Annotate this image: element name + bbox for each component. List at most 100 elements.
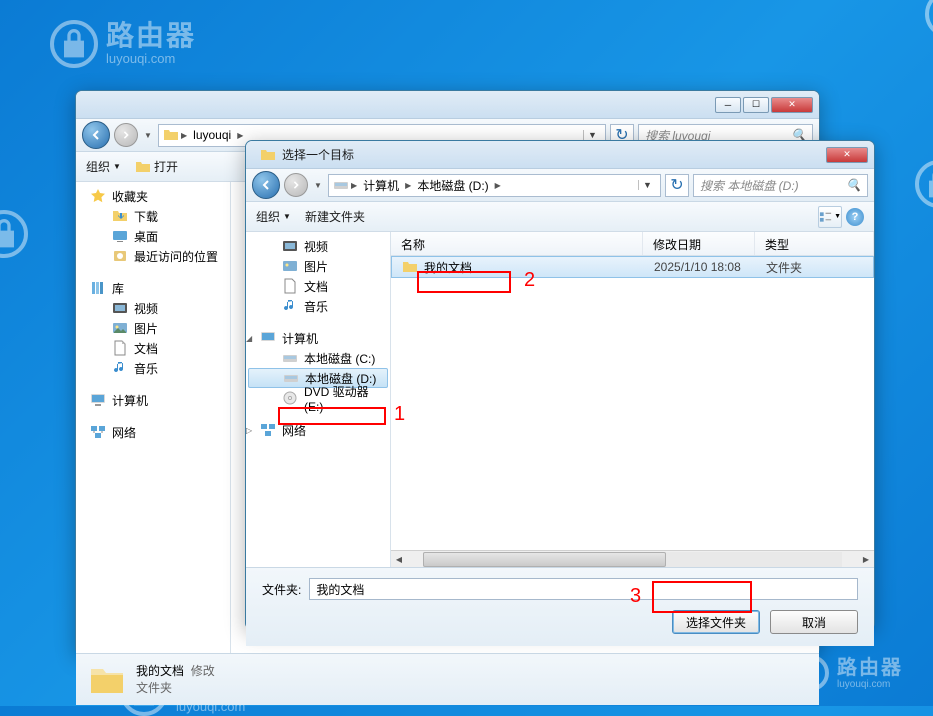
star-icon — [90, 188, 106, 204]
select-folder-button[interactable]: 选择文件夹 — [672, 610, 760, 634]
document-icon — [282, 278, 298, 294]
watermark — [915, 160, 933, 208]
column-date[interactable]: 修改日期 — [643, 232, 755, 255]
breadcrumb[interactable]: ▶ 计算机 ▶ 本地磁盘 (D:) ▶ ▼ — [328, 174, 661, 197]
view-button[interactable]: ▼ — [818, 206, 842, 228]
desktop-icon — [112, 228, 128, 244]
document-icon — [112, 340, 128, 356]
nav-back-button[interactable] — [252, 171, 280, 199]
lock-icon — [50, 20, 98, 68]
picture-icon — [282, 258, 298, 274]
status-bar: 我的文档 修改 文件夹 — [76, 653, 819, 705]
sidebar-computer[interactable]: ◢计算机 — [246, 328, 390, 348]
expand-icon[interactable]: ◢ — [246, 334, 252, 343]
breadcrumb-dropdown[interactable]: ▼ — [638, 180, 656, 190]
sidebar-item-dvd[interactable]: DVD 驱动器 (E:) — [246, 388, 390, 408]
network-icon — [260, 422, 276, 438]
navbar: ▼ ▶ 计算机 ▶ 本地磁盘 (D:) ▶ ▼ ↻ 搜索 本地磁盘 (D:) 🔍 — [246, 169, 874, 202]
toolbar: 组织 ▼ 新建文件夹 ▼ ? — [246, 202, 874, 232]
organize-button[interactable]: 组织 ▼ — [256, 208, 291, 225]
maximize-button[interactable]: ☐ — [743, 97, 769, 113]
breadcrumb-computer[interactable]: 计算机 — [359, 177, 403, 194]
column-name[interactable]: 名称 — [391, 232, 643, 255]
library-icon — [90, 280, 106, 296]
folder-icon — [260, 147, 276, 163]
status-name: 我的文档 — [136, 664, 184, 678]
sidebar-network[interactable]: ▷网络 — [246, 420, 390, 440]
column-type[interactable]: 类型 — [755, 232, 874, 255]
sidebar-item-music[interactable]: 音乐 — [76, 358, 230, 378]
drive-icon — [282, 350, 298, 366]
music-icon — [282, 298, 298, 314]
watermark: 路由器luyouqi.com — [50, 20, 196, 68]
sidebar: 视频 图片 文档 音乐 ◢计算机 本地磁盘 (C:) 本地磁盘 (D:) DVD… — [246, 232, 391, 567]
video-icon — [112, 300, 128, 316]
search-input[interactable]: 搜索 本地磁盘 (D:) 🔍 — [693, 174, 868, 197]
nav-back-button[interactable] — [82, 121, 110, 149]
help-button[interactable]: ? — [846, 208, 864, 226]
open-button[interactable]: 打开 — [135, 158, 178, 175]
folder-icon — [402, 259, 418, 275]
nav-forward-button[interactable] — [284, 173, 308, 197]
organize-button[interactable]: 组织 ▼ — [86, 158, 121, 175]
disc-icon — [282, 390, 298, 406]
sidebar: 收藏夹 下载 桌面 最近访问的位置 库 视频 图片 文档 音乐 计算机 网络 — [76, 182, 231, 653]
breadcrumb-drive[interactable]: 本地磁盘 (D:) — [413, 177, 492, 194]
folder-picker-dialog: 选择一个目标 ✕ ▼ ▶ 计算机 ▶ 本地磁盘 (D:) ▶ ▼ ↻ 搜索 本地… — [245, 140, 875, 630]
expand-icon[interactable]: ▷ — [246, 426, 252, 435]
minimize-button[interactable]: ─ — [715, 97, 741, 113]
drive-icon — [333, 177, 349, 193]
titlebar: ─ ☐ ✕ — [76, 91, 819, 119]
sidebar-item-pictures[interactable]: 图片 — [246, 256, 390, 276]
status-type: 文件夹 — [136, 680, 215, 697]
sidebar-libraries[interactable]: 库 — [76, 278, 230, 298]
sidebar-item-drive-c[interactable]: 本地磁盘 (C:) — [246, 348, 390, 368]
breadcrumb-dropdown[interactable]: ▼ — [583, 130, 601, 140]
file-row[interactable]: 我的文档 2025/1/10 18:08 文件夹 — [391, 256, 874, 278]
sidebar-network[interactable]: 网络 — [76, 422, 230, 442]
sidebar-item-recent[interactable]: 最近访问的位置 — [76, 246, 230, 266]
folder-name-input[interactable] — [309, 578, 858, 600]
recent-icon — [112, 248, 128, 264]
network-icon — [90, 424, 106, 440]
sidebar-item-documents[interactable]: 文档 — [76, 338, 230, 358]
content-area: 名称 修改日期 类型 我的文档 2025/1/10 18:08 文件夹 ◀ ▶ — [391, 232, 874, 567]
cancel-button[interactable]: 取消 — [770, 610, 858, 634]
close-button[interactable]: ✕ — [826, 147, 868, 163]
lock-icon — [915, 160, 933, 208]
titlebar: 选择一个目标 ✕ — [246, 141, 874, 169]
dialog-footer: 文件夹: 选择文件夹 取消 — [246, 567, 874, 646]
nav-forward-button[interactable] — [114, 123, 138, 147]
drive-icon — [283, 370, 299, 386]
watermark — [925, 0, 933, 38]
sidebar-item-music[interactable]: 音乐 — [246, 296, 390, 316]
computer-icon — [260, 330, 276, 346]
video-icon — [282, 238, 298, 254]
lock-icon — [925, 0, 933, 38]
watermark — [0, 210, 28, 258]
sidebar-item-videos[interactable]: 视频 — [246, 236, 390, 256]
sidebar-item-videos[interactable]: 视频 — [76, 298, 230, 318]
sidebar-item-pictures[interactable]: 图片 — [76, 318, 230, 338]
breadcrumb-segment[interactable]: luyouqi — [189, 128, 235, 142]
folder-icon — [88, 661, 126, 699]
new-folder-button[interactable]: 新建文件夹 — [305, 208, 365, 225]
column-headers: 名称 修改日期 类型 — [391, 232, 874, 256]
music-icon — [112, 360, 128, 376]
lock-icon — [0, 210, 28, 258]
close-button[interactable]: ✕ — [771, 97, 813, 113]
sidebar-item-documents[interactable]: 文档 — [246, 276, 390, 296]
sidebar-computer[interactable]: 计算机 — [76, 390, 230, 410]
sidebar-favorites[interactable]: 收藏夹 — [76, 186, 230, 206]
sidebar-item-desktop[interactable]: 桌面 — [76, 226, 230, 246]
folder-icon — [163, 127, 179, 143]
file-list[interactable]: 我的文档 2025/1/10 18:08 文件夹 — [391, 256, 874, 550]
download-icon — [112, 208, 128, 224]
folder-icon — [135, 159, 151, 175]
refresh-button[interactable]: ↻ — [665, 174, 689, 197]
dialog-title: 选择一个目标 — [282, 146, 354, 163]
horizontal-scrollbar[interactable]: ◀ ▶ — [391, 550, 874, 567]
search-icon: 🔍 — [846, 178, 861, 192]
sidebar-item-downloads[interactable]: 下载 — [76, 206, 230, 226]
picture-icon — [112, 320, 128, 336]
